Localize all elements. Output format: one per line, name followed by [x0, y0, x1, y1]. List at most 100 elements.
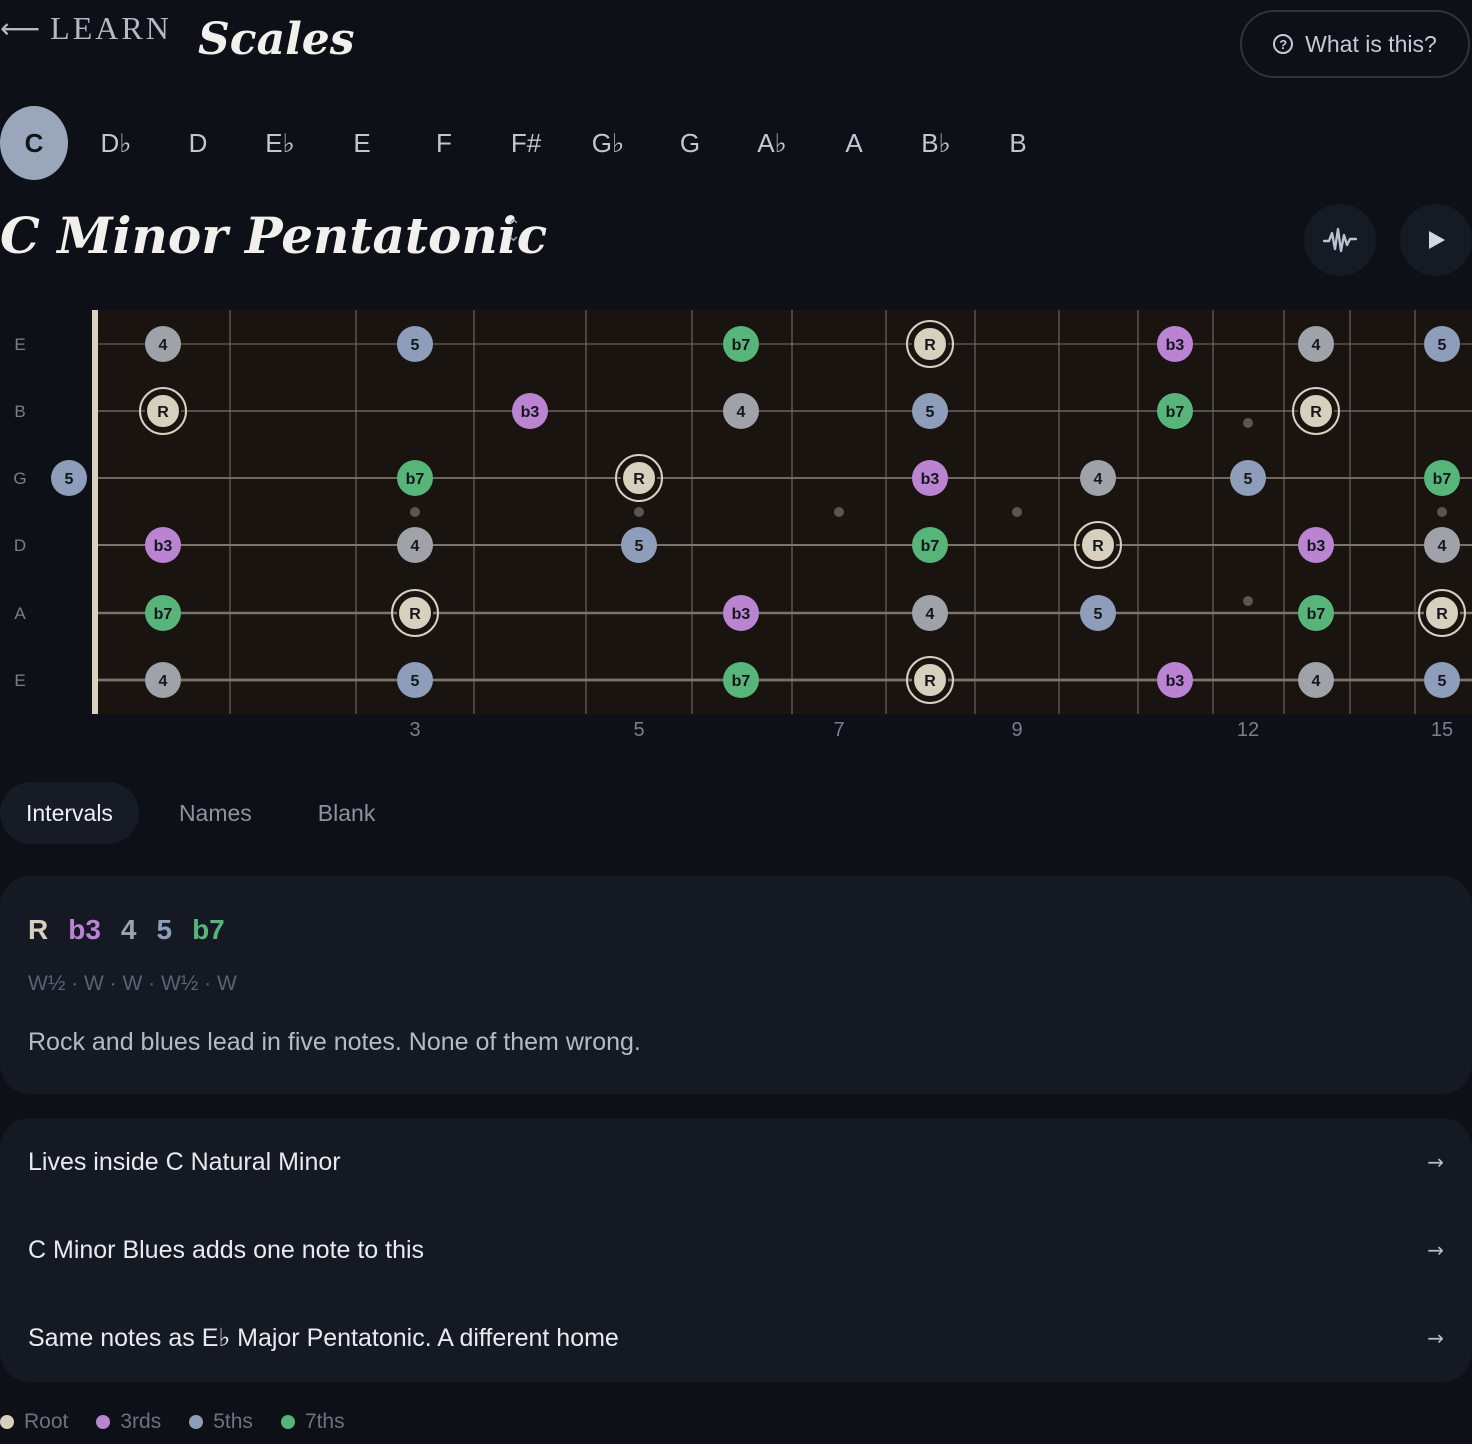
note-label: R	[409, 606, 421, 623]
key-fsharp[interactable]: F#	[492, 106, 560, 180]
related-item-label: C Minor Blues adds one note to this	[28, 1235, 425, 1264]
key-e[interactable]: E	[328, 106, 396, 180]
note-label: b7	[1433, 471, 1452, 488]
key-ab[interactable]: A♭	[738, 106, 806, 180]
legend-label: 5ths	[213, 1410, 253, 1433]
note-label: b3	[1307, 538, 1326, 555]
interval-4: 4	[120, 914, 137, 945]
related-item[interactable]: Same notes as E♭ Major Pentatonic. A dif…	[0, 1294, 1472, 1382]
note-label: b7	[1166, 404, 1185, 421]
note-label: 5	[411, 673, 420, 690]
note-label: R	[633, 471, 645, 488]
key-f[interactable]: F	[410, 106, 478, 180]
interval-b7: b7	[192, 914, 225, 945]
scale-info-card: R b3 4 5 b7 W½ · W · W · W½ · W Rock and…	[0, 876, 1472, 1094]
note-label: R	[1310, 404, 1322, 421]
key-gb[interactable]: G♭	[574, 106, 642, 180]
interval-5: 5	[156, 914, 173, 945]
fret-inlay-dot	[634, 507, 644, 517]
note-label: b7	[921, 538, 940, 555]
fretboard-wood	[94, 310, 1472, 714]
related-scales-card: Lives inside C Natural Minor → C Minor B…	[0, 1118, 1472, 1382]
interval-formula: R b3 4 5 b7	[28, 914, 225, 946]
key-eb[interactable]: E♭	[246, 106, 314, 180]
play-button[interactable]	[1400, 204, 1472, 276]
key-selector: C D♭ D E♭ E F F# G♭ G A♭ A B♭ B	[0, 106, 1080, 180]
back-arrow-icon: ⟵	[0, 11, 41, 45]
note-label: b7	[732, 337, 751, 354]
tab-blank[interactable]: Blank	[292, 782, 402, 844]
note-label: 4	[1312, 673, 1321, 690]
related-item-label: Lives inside C Natural Minor	[28, 1147, 341, 1176]
tab-intervals[interactable]: Intervals	[0, 782, 139, 844]
note-label: R	[924, 337, 936, 354]
fret-inlay-dot	[410, 507, 420, 517]
legend-item-5ths: 5ths	[189, 1410, 253, 1434]
note-label: 5	[635, 538, 644, 555]
fret-number: 12	[1237, 719, 1259, 741]
key-b[interactable]: B	[984, 106, 1052, 180]
note-label: b3	[1166, 673, 1185, 690]
fret-number: 9	[1011, 719, 1022, 741]
fret-number: 5	[633, 719, 644, 741]
note-label: R	[1436, 606, 1448, 623]
note-label: b7	[1307, 606, 1326, 623]
key-db[interactable]: D♭	[82, 106, 150, 180]
waveform-icon	[1323, 227, 1357, 253]
scale-picker-chevron-icon[interactable]: ⌃ ⌄	[506, 217, 521, 244]
interval-root: R	[28, 914, 49, 945]
key-c[interactable]: C	[0, 106, 68, 180]
related-item-label: Same notes as E♭ Major Pentatonic. A dif…	[28, 1324, 619, 1352]
key-g[interactable]: G	[656, 106, 724, 180]
string-label: E	[14, 335, 25, 354]
note-label: 4	[1094, 471, 1103, 488]
note-label: R	[1092, 538, 1104, 555]
legend-label: 7ths	[304, 1410, 345, 1433]
display-mode-tabs: Intervals Names Blank	[0, 782, 415, 844]
legend-label: 3rds	[120, 1410, 162, 1433]
tab-names[interactable]: Names	[153, 782, 278, 844]
note-label: b3	[732, 606, 751, 623]
note-label: b3	[1166, 337, 1185, 354]
note-label: 4	[1438, 538, 1447, 555]
fret-number: 3	[409, 719, 420, 741]
note-label: b3	[521, 404, 540, 421]
note-label: 5	[65, 471, 74, 488]
fret-inlay-dot	[834, 507, 844, 517]
scale-description: Rock and blues lead in five notes. None …	[28, 1028, 641, 1056]
legend-dot	[96, 1415, 111, 1429]
note-label: 5	[411, 337, 420, 354]
string-label: E	[14, 671, 25, 690]
string-label: D	[14, 536, 26, 555]
note-label: 4	[926, 606, 935, 623]
fret-inlay-dot	[1243, 418, 1253, 428]
note-label: 4	[159, 337, 168, 354]
string-label: B	[14, 402, 25, 421]
note-label: 4	[1312, 337, 1321, 354]
help-label: What is this?	[1305, 30, 1437, 57]
note-label: R	[924, 673, 936, 690]
note-label: 5	[1244, 471, 1253, 488]
interval-b3: b3	[68, 914, 101, 945]
key-d[interactable]: D	[164, 106, 232, 180]
arrow-right-icon: →	[1427, 1150, 1444, 1174]
key-a[interactable]: A	[820, 106, 888, 180]
string-label: G	[13, 469, 26, 488]
back-link[interactable]: ⟵ LEARN	[0, 10, 172, 47]
note-label: 5	[1438, 337, 1447, 354]
related-item[interactable]: Lives inside C Natural Minor →	[0, 1118, 1472, 1206]
fret-inlay-dot	[1437, 507, 1447, 517]
arrow-right-icon: →	[1427, 1238, 1444, 1262]
play-icon	[1429, 231, 1445, 249]
waveform-button[interactable]	[1304, 204, 1376, 276]
related-item[interactable]: C Minor Blues adds one note to this →	[0, 1206, 1472, 1294]
question-icon: ?	[1273, 34, 1294, 54]
fret-inlay-dot	[1243, 596, 1253, 606]
legend-dot	[189, 1415, 204, 1429]
color-legend: Root 3rds 5ths 7ths	[0, 1410, 345, 1434]
page-title: Scales	[198, 14, 355, 65]
key-bb[interactable]: B♭	[902, 106, 970, 180]
help-button[interactable]: ? What is this?	[1240, 10, 1470, 78]
legend-item-3rds: 3rds	[96, 1410, 161, 1434]
step-pattern: W½ · W · W · W½ · W	[28, 972, 237, 995]
